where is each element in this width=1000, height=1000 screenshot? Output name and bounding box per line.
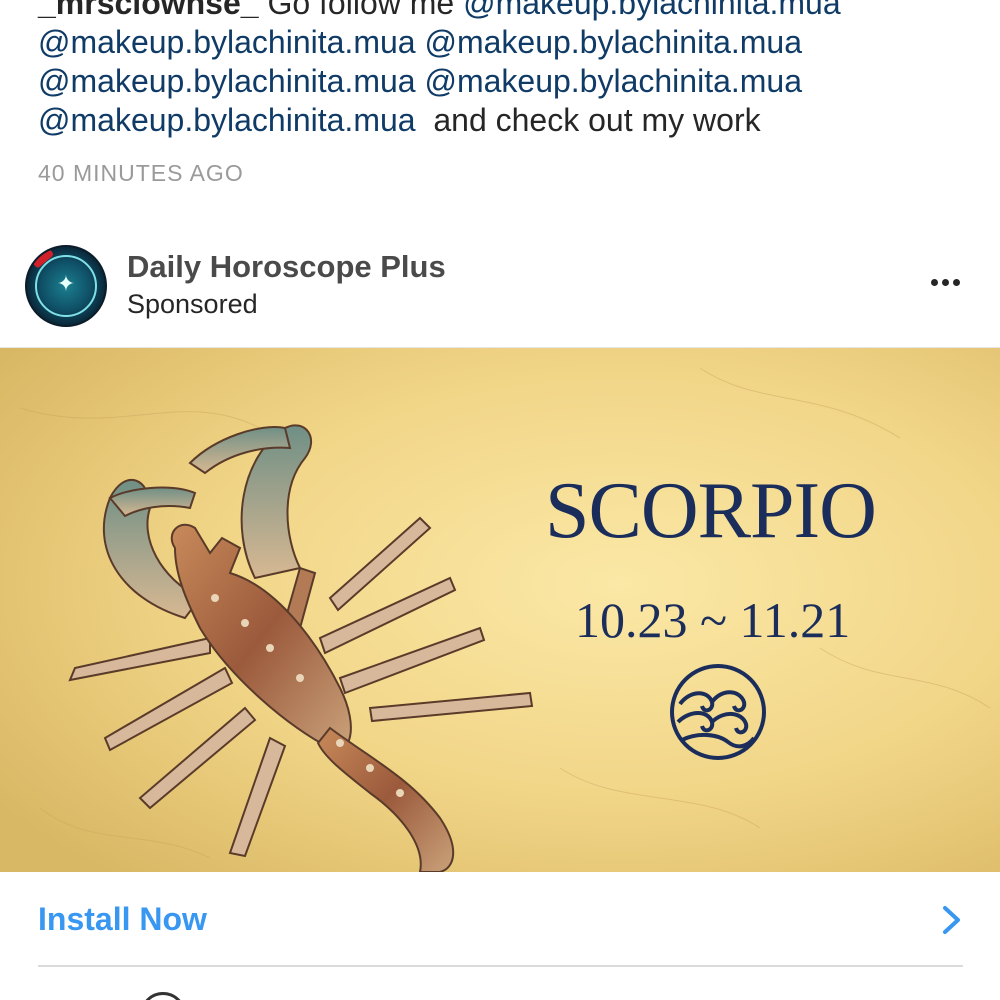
caption-mention[interactable]: @makeup.bylachinita.mua <box>463 0 841 21</box>
post-caption: _mrsclownse_ Go follow me @makeup.bylach… <box>38 0 978 140</box>
caption-mention[interactable]: @makeup.bylachinita.mua <box>38 63 416 99</box>
divider <box>38 965 963 967</box>
sponsored-label: Sponsored <box>127 289 258 319</box>
caption-outro-text: and check out my work <box>415 102 761 138</box>
chevron-right-icon[interactable] <box>940 904 964 936</box>
ad-image[interactable]: SCORPIO 10.23 ~ 11.21 <box>0 347 1000 872</box>
caption-line-4: @makeup.bylachinita.mua and check out my… <box>38 101 978 140</box>
caption-mention[interactable]: @makeup.bylachinita.mua <box>38 102 416 138</box>
next-post-avatar[interactable] <box>140 992 186 1000</box>
post-header: ✦ Daily Horoscope Plus Sponsored <box>0 235 1000 347</box>
caption-line-3: @makeup.bylachinita.mua @makeup.bylachin… <box>38 62 978 101</box>
constellation-icon: ✦ <box>56 271 76 296</box>
more-horizontal-icon <box>930 278 938 286</box>
caption-mention[interactable]: @makeup.bylachinita.mua <box>38 24 416 60</box>
more-options-button[interactable] <box>920 267 970 297</box>
caption-line-2: @makeup.bylachinita.mua @makeup.bylachin… <box>38 23 978 62</box>
caption-intro-text: Go follow me <box>258 0 464 21</box>
install-now-cta[interactable]: Install Now <box>0 871 1000 966</box>
account-avatar[interactable]: ✦ <box>25 245 107 327</box>
ad-dates: 10.23 ~ 11.21 <box>575 592 851 648</box>
account-name[interactable]: Daily Horoscope Plus <box>127 249 446 285</box>
more-horizontal-icon <box>941 278 949 286</box>
instagram-feed: _mrsclownse_ Go follow me @makeup.bylach… <box>0 0 1000 1000</box>
caption-mention[interactable]: @makeup.bylachinita.mua <box>424 63 802 99</box>
post-timestamp: 40 MINUTES AGO <box>38 160 244 186</box>
cta-label[interactable]: Install Now <box>38 901 207 938</box>
caption-line-1: _mrsclownse_ Go follow me @makeup.bylach… <box>38 0 978 23</box>
ad-title: SCORPIO <box>545 467 877 555</box>
more-horizontal-icon <box>952 278 960 286</box>
caption-mention[interactable]: @makeup.bylachinita.mua <box>424 24 802 60</box>
caption-username[interactable]: _mrsclownse_ <box>38 0 259 21</box>
